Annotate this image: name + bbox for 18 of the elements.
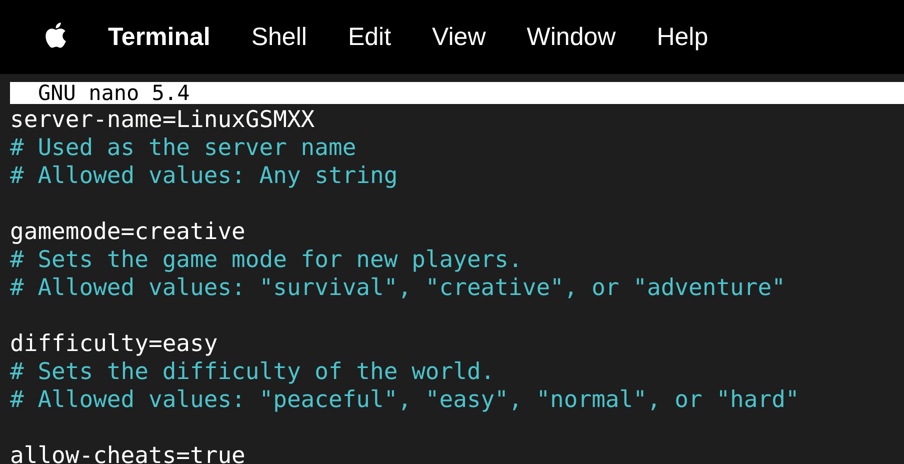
- setting-line: allow-cheats=true: [10, 442, 246, 464]
- comment-line: # Allowed values: Any string: [10, 162, 398, 190]
- setting-line: server-name=LinuxGSMXX: [10, 106, 315, 134]
- menu-item[interactable]: Terminal: [108, 22, 210, 52]
- comment-line: # Used as the server name: [10, 134, 356, 162]
- comment-line: # Sets the game mode for new players.: [10, 246, 522, 274]
- apple-logo-icon[interactable]: [43, 21, 67, 49]
- comment-line: # Sets the difficulty of the world.: [10, 358, 495, 386]
- menu-item[interactable]: Window: [526, 22, 616, 52]
- comment-line: # Allowed values: "survival", "creative", or "adventure": [10, 274, 786, 302]
- comment-line: # Allowed values: "peaceful", "easy", "normal", or "hard": [10, 386, 800, 414]
- menu-item[interactable]: Edit: [348, 22, 392, 52]
- setting-line: difficulty=easy: [10, 330, 218, 358]
- setting-line: gamemode=creative: [10, 218, 246, 246]
- menu-item[interactable]: Help: [656, 22, 708, 52]
- nano-title-bar: GNU nano 5.4: [10, 82, 904, 104]
- menu-item[interactable]: View: [432, 22, 486, 52]
- menu-item[interactable]: Shell: [251, 22, 307, 52]
